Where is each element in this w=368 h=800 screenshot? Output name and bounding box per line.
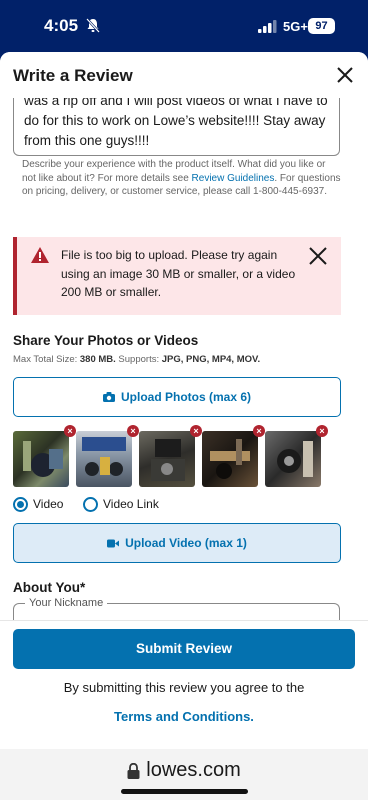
helper-text: Describe your experience with the produc…	[22, 158, 342, 199]
remove-photo-icon[interactable]: ×	[253, 425, 265, 437]
browser-bar: lowes.com	[0, 749, 368, 800]
lock-icon	[127, 762, 140, 779]
thumbnail-image	[151, 439, 185, 481]
photo-thumbnail[interactable]	[13, 431, 69, 487]
video-link-option[interactable]: Video Link	[83, 495, 159, 513]
status-time: 4:05	[44, 16, 79, 35]
camera-icon	[102, 392, 115, 402]
terms-link[interactable]: Terms and Conditions.	[0, 709, 368, 724]
video-option[interactable]: Video	[13, 495, 63, 513]
error-message: File is too big to upload. Please try ag…	[61, 248, 296, 299]
radio-selected-dot	[17, 500, 24, 508]
nickname-label: Your Nickname	[25, 597, 108, 609]
upload-photos-button[interactable]: Upload Photos (max 6)	[13, 377, 341, 417]
status-bar: 4:05 5G+ 97	[0, 0, 368, 52]
max-size-value: 380 MB.	[79, 354, 116, 365]
remove-photo-icon[interactable]: ×	[64, 425, 76, 437]
dismiss-error-icon[interactable]	[308, 246, 328, 266]
page-title: Write a Review	[13, 66, 133, 85]
remove-photo-icon[interactable]: ×	[127, 425, 139, 437]
warning-icon	[31, 247, 49, 263]
close-icon[interactable]	[336, 66, 354, 84]
thumbnail-image	[210, 439, 250, 479]
sheet-footer: Submit Review By submitting this review …	[0, 620, 368, 749]
url-text: lowes.com	[146, 759, 241, 781]
photo-thumbnail[interactable]	[202, 431, 258, 487]
upload-video-button[interactable]: Upload Video (max 1)	[13, 523, 341, 563]
submit-review-button[interactable]: Submit Review	[13, 629, 355, 669]
error-alert: File is too big to upload. Please try ag…	[13, 237, 341, 315]
address-bar[interactable]: lowes.com	[0, 759, 368, 782]
photo-thumbnails: × × × × ×	[13, 425, 343, 487]
upload-photos-label: Upload Photos (max 6)	[120, 390, 251, 404]
thumbnail-image	[82, 437, 126, 476]
supports-label: Supports:	[115, 354, 162, 365]
photo-thumbnail[interactable]	[265, 431, 321, 487]
thumbnail-image	[23, 441, 63, 477]
video-radio[interactable]	[13, 496, 28, 512]
review-guidelines-link[interactable]: Review Guidelines	[192, 173, 275, 184]
remove-photo-icon[interactable]: ×	[190, 425, 202, 437]
remove-photo-icon[interactable]: ×	[316, 425, 328, 437]
signal-icon	[258, 20, 277, 33]
media-limits: Max Total Size: 380 MB. Supports: JPG, P…	[13, 354, 260, 365]
video-option-label: Video	[33, 497, 64, 511]
network-label: 5G+	[283, 19, 308, 34]
media-section-title: Share Your Photos or Videos	[13, 333, 199, 348]
about-section-title: About You*	[13, 580, 86, 595]
battery-indicator: 97	[308, 18, 335, 34]
agreement-text: By submitting this review you agree to t…	[63, 680, 305, 695]
supports-value: JPG, PNG, MP4, MOV.	[161, 354, 261, 365]
sheet-header: Write a Review	[0, 52, 368, 98]
home-indicator[interactable]	[121, 789, 248, 794]
photo-thumbnail[interactable]	[139, 431, 195, 487]
video-link-radio[interactable]	[83, 496, 98, 512]
video-camera-icon	[107, 539, 120, 547]
max-size-label: Max Total Size:	[13, 354, 80, 365]
review-textarea[interactable]: was a rip off and I will post videos of …	[13, 92, 340, 156]
bell-slash-icon	[86, 18, 100, 33]
video-link-option-label: Video Link	[103, 497, 159, 511]
thumbnail-image	[277, 441, 313, 477]
review-sheet: Write a Review was a rip off and I will …	[0, 52, 368, 749]
upload-video-label: Upload Video (max 1)	[125, 536, 247, 550]
photo-thumbnail[interactable]	[76, 431, 132, 487]
review-text: was a rip off and I will post videos of …	[24, 93, 328, 148]
